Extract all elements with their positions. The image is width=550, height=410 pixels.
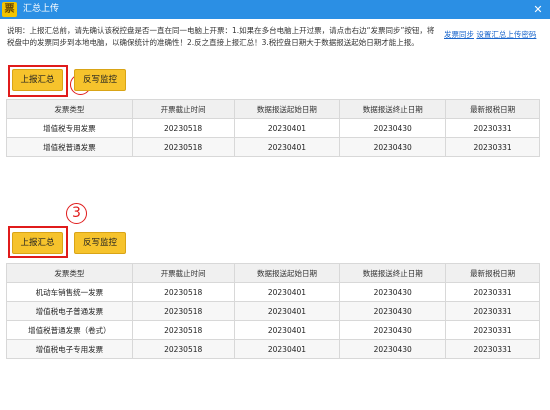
cell-invoice-type: 增值税专用发票 [6,118,133,138]
highlight-box [8,226,68,258]
invoice-table-1: 发票类型 开票截止时间 数据报送起始日期 数据报送终止日期 最新报税日期 增值税… [6,99,540,157]
cell-end-date: 20230430 [339,339,447,359]
cell-end-date: 20230430 [339,320,447,340]
column-header: 数据报送起始日期 [233,263,341,283]
cell-cutoff-time: 20230518 [131,339,235,359]
invoice-app-icon: 票 [2,2,17,17]
cell-latest-tax-date: 20230331 [445,118,540,138]
writeback-monitor-button[interactable]: 反写监控 [74,69,126,91]
cell-cutoff-time: 20230518 [131,301,235,321]
table-row[interactable]: 增值税电子专用发票 20230518 20230401 20230430 202… [6,339,540,359]
table-row[interactable]: 增值税普通发票 20230518 20230401 20230430 20230… [6,137,540,157]
cell-latest-tax-date: 20230331 [445,137,540,157]
close-icon[interactable]: ✕ [531,0,545,19]
table-row[interactable]: 机动车销售统一发票 20230518 20230401 20230430 202… [6,282,540,302]
column-header: 发票类型 [6,99,133,119]
notice-links: 发票同步 设置汇总上传密码 [444,29,536,40]
cell-latest-tax-date: 20230331 [445,301,540,321]
column-header: 数据报送终止日期 [339,99,447,119]
column-header: 最新报税日期 [445,263,540,283]
table-row[interactable]: 增值税专用发票 20230518 20230401 20230430 20230… [6,118,540,138]
cell-latest-tax-date: 20230331 [445,339,540,359]
cell-start-date: 20230401 [233,282,341,302]
cell-end-date: 20230430 [339,282,447,302]
highlight-box [8,65,68,97]
cell-end-date: 20230430 [339,118,447,138]
cell-invoice-type: 增值税电子专用发票 [6,339,133,359]
invoice-table-2: 发票类型 开票截止时间 数据报送起始日期 数据报送终止日期 最新报税日期 机动车… [6,263,540,359]
column-header: 开票截止时间 [131,99,235,119]
cell-start-date: 20230401 [233,320,341,340]
column-header: 发票类型 [6,263,133,283]
set-upload-password-link[interactable]: 设置汇总上传密码 [476,30,536,39]
window-titlebar: 票 汇总上传 ✕ [0,0,550,19]
invoice-sync-link[interactable]: 发票同步 [444,30,474,39]
window-title: 汇总上传 [23,4,60,14]
cell-start-date: 20230401 [233,339,341,359]
cell-cutoff-time: 20230518 [131,320,235,340]
cell-start-date: 20230401 [233,118,341,138]
column-header: 数据报送终止日期 [339,263,447,283]
cell-end-date: 20230430 [339,137,447,157]
cell-end-date: 20230430 [339,301,447,321]
step-marker: 3 [66,203,87,224]
instructions-text: 说明：上报汇总前，请先确认该税控盘是否一直在同一电脑上开票：1.如果在多台电脑上… [7,26,435,47]
cell-invoice-type: 机动车销售统一发票 [6,282,133,302]
cell-latest-tax-date: 20230331 [445,320,540,340]
cell-start-date: 20230401 [233,301,341,321]
cell-cutoff-time: 20230518 [131,137,235,157]
cell-latest-tax-date: 20230331 [445,282,540,302]
cell-start-date: 20230401 [233,137,341,157]
writeback-monitor-button[interactable]: 反写监控 [74,232,126,254]
table-row[interactable]: 增值税普通发票（卷式） 20230518 20230401 20230430 2… [6,320,540,340]
column-header: 开票截止时间 [131,263,235,283]
cell-invoice-type: 增值税普通发票（卷式） [6,320,133,340]
table-header-row: 发票类型 开票截止时间 数据报送起始日期 数据报送终止日期 最新报税日期 [6,263,540,283]
column-header: 最新报税日期 [445,99,540,119]
cell-cutoff-time: 20230518 [131,282,235,302]
table-header-row: 发票类型 开票截止时间 数据报送起始日期 数据报送终止日期 最新报税日期 [6,99,540,119]
cell-invoice-type: 增值税普通发票 [6,137,133,157]
cell-invoice-type: 增值税电子普通发票 [6,301,133,321]
table-row[interactable]: 增值税电子普通发票 20230518 20230401 20230430 202… [6,301,540,321]
cell-cutoff-time: 20230518 [131,118,235,138]
column-header: 数据报送起始日期 [233,99,341,119]
